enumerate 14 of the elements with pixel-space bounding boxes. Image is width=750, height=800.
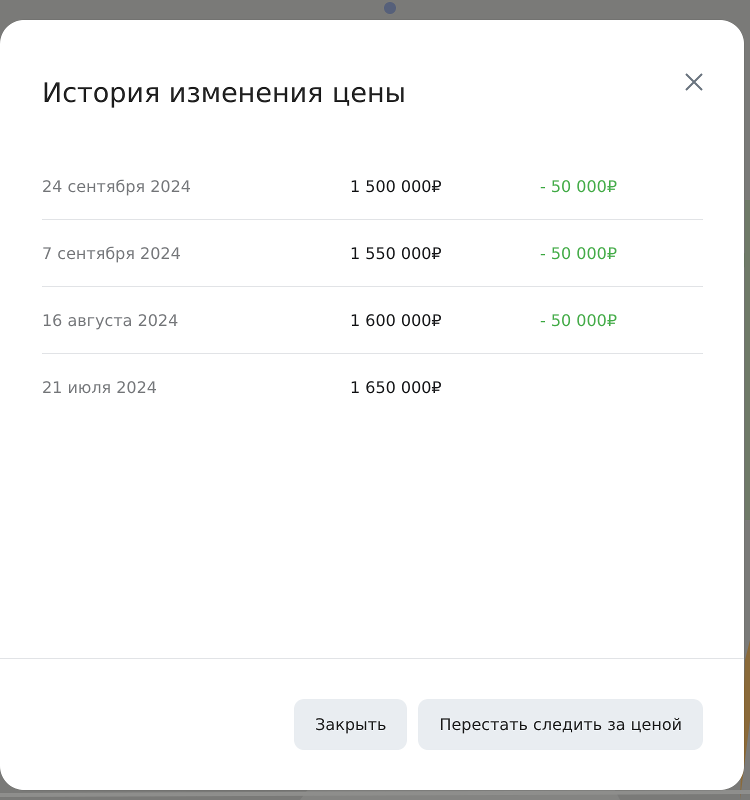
date-text: 16 августа 2024 [42, 310, 180, 330]
price-text: 1 650 000₽ [350, 378, 443, 396]
price-text: 1 550 000₽ [350, 244, 443, 262]
price-text: 1 600 000₽ [350, 310, 443, 330]
date-text: 24 сентября 2024 [42, 176, 192, 196]
date-text: 7 сентября 2024 [42, 244, 182, 262]
price-text: 1 500 000₽ [350, 176, 443, 196]
price-change-text: - 50 000₽ [540, 244, 618, 262]
price-change-text: - 50 000₽ [540, 176, 618, 196]
price-change-text: - 50 000₽ [540, 310, 618, 330]
close-button[interactable]: Закрыть [294, 699, 408, 750]
date-text: 21 июля 2024 [42, 378, 158, 396]
dialog-title: История изменения цены [42, 78, 406, 109]
stop-tracking-button[interactable]: Перестать следить за ценой [418, 699, 703, 750]
